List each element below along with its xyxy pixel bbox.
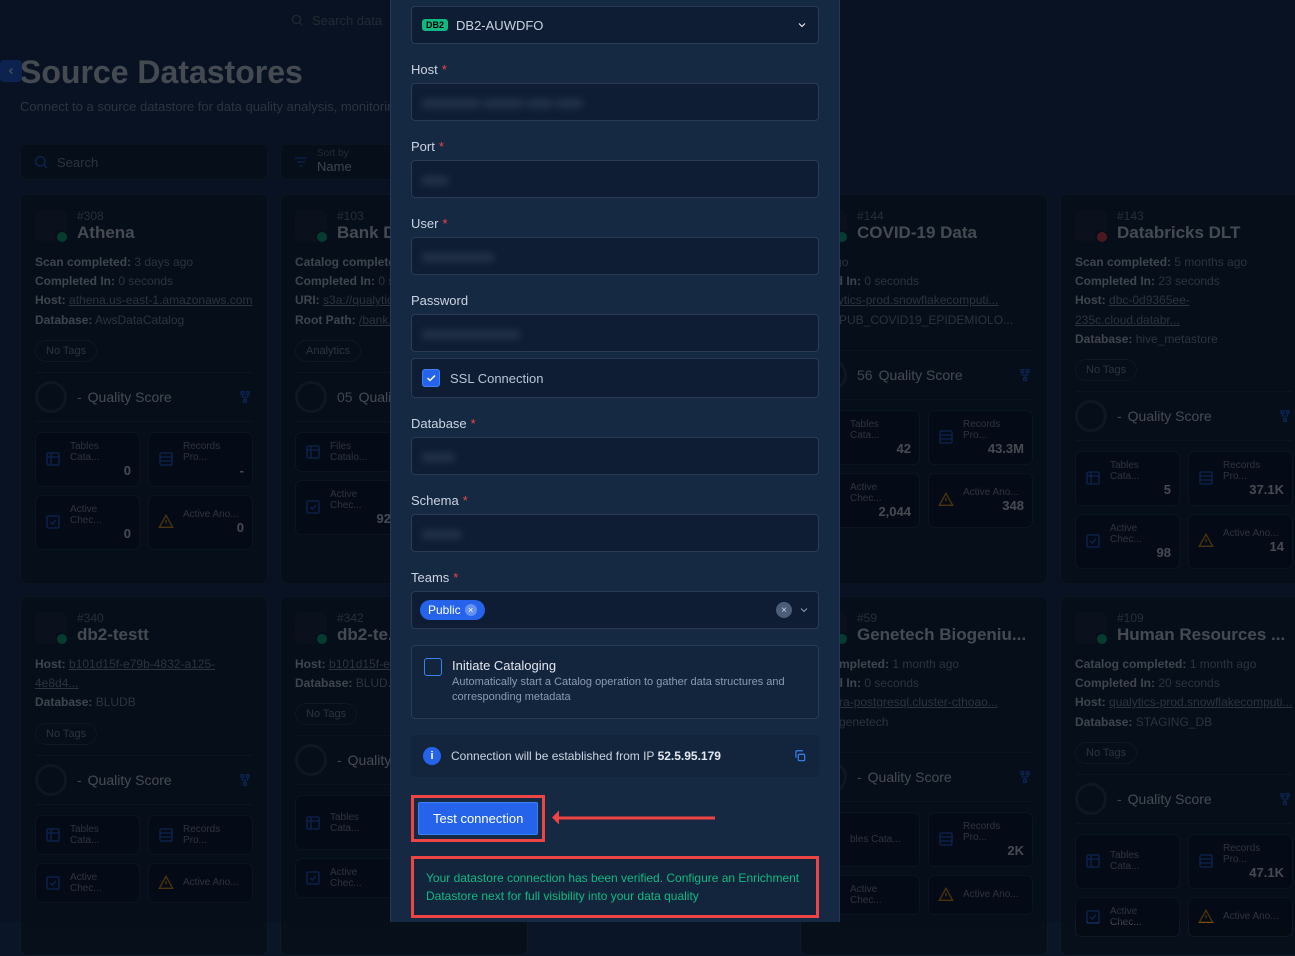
connection-ip-text: Connection will be established from IP 5… bbox=[451, 749, 783, 763]
database-label: Database bbox=[411, 416, 467, 431]
datastore-config-modal: DB2 DB2-AUWDFO Host* xxxxxxxxx xxxxxx xx… bbox=[390, 0, 840, 922]
connection-verified-highlight: Your datastore connection has been verif… bbox=[411, 856, 819, 918]
host-label: Host bbox=[411, 62, 438, 77]
catalog-description: Automatically start a Catalog operation … bbox=[452, 675, 806, 706]
connection-ip-banner: i Connection will be established from IP… bbox=[411, 735, 819, 777]
ssl-checkbox[interactable] bbox=[422, 369, 440, 387]
required-indicator: * bbox=[442, 62, 447, 77]
teams-label: Teams bbox=[411, 570, 449, 585]
connection-verified-message: Your datastore connection has been verif… bbox=[426, 869, 804, 905]
required-indicator: * bbox=[453, 570, 458, 585]
password-label: Password bbox=[411, 293, 468, 308]
required-indicator: * bbox=[463, 493, 468, 508]
user-input[interactable]: xxxxxxxxxxx bbox=[411, 237, 819, 275]
schema-label: Schema bbox=[411, 493, 459, 508]
chevron-down-icon bbox=[798, 604, 810, 616]
test-connection-button[interactable]: Test connection bbox=[418, 802, 538, 835]
db2-badge-icon: DB2 bbox=[422, 19, 448, 31]
host-input[interactable]: xxxxxxxxx xxxxxx xxxx xxxx bbox=[411, 83, 819, 121]
test-connection-highlight: Test connection bbox=[411, 795, 545, 842]
required-indicator: * bbox=[471, 416, 476, 431]
clear-teams-icon[interactable]: × bbox=[776, 602, 792, 618]
team-chip-public[interactable]: Public × bbox=[420, 600, 485, 620]
chevron-down-icon bbox=[796, 19, 808, 31]
dropdown-value: DB2-AUWDFO bbox=[456, 18, 543, 33]
ssl-checkbox-row[interactable]: SSL Connection bbox=[411, 358, 819, 398]
check-icon bbox=[425, 372, 437, 384]
team-chip-label: Public bbox=[428, 603, 461, 617]
teams-input[interactable]: Public × × bbox=[411, 591, 819, 629]
database-input[interactable]: xxxxx bbox=[411, 437, 819, 475]
annotation-arrow bbox=[555, 817, 715, 820]
password-input[interactable]: xxxxxxxxxxxxxxx bbox=[411, 314, 819, 352]
port-label: Port bbox=[411, 139, 435, 154]
datastore-type-dropdown[interactable]: DB2 DB2-AUWDFO bbox=[411, 6, 819, 44]
catalog-title: Initiate Cataloging bbox=[452, 658, 806, 673]
schema-input[interactable]: xxxxxx bbox=[411, 514, 819, 552]
remove-chip-icon[interactable]: × bbox=[465, 604, 477, 616]
port-input[interactable]: xxxx bbox=[411, 160, 819, 198]
required-indicator: * bbox=[442, 216, 447, 231]
copy-ip-icon[interactable] bbox=[793, 749, 807, 763]
required-indicator: * bbox=[439, 139, 444, 154]
initiate-cataloging-option[interactable]: Initiate Cataloging Automatically start … bbox=[411, 645, 819, 719]
user-label: User bbox=[411, 216, 438, 231]
info-icon: i bbox=[423, 747, 441, 765]
ssl-label: SSL Connection bbox=[450, 371, 543, 386]
cataloging-checkbox[interactable] bbox=[424, 658, 442, 676]
